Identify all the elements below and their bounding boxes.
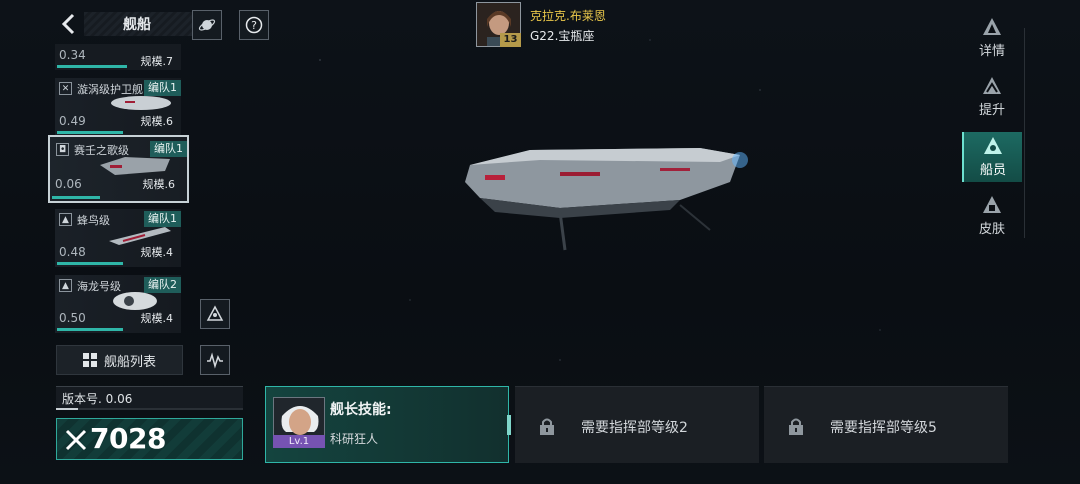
ship-scale: 规模.4: [140, 246, 174, 259]
combat-power-value: 7028: [90, 422, 166, 455]
chevron-left-icon: [61, 13, 75, 35]
commander-level-badge: 13: [500, 33, 521, 47]
lock-icon: [789, 418, 803, 435]
version-progress-fill: [56, 408, 78, 410]
help-button[interactable]: ?: [239, 10, 269, 40]
fleet-stats-button[interactable]: [200, 345, 230, 375]
ship-list-button[interactable]: 舰船列表: [56, 345, 183, 375]
captain-skill-panel[interactable]: Lv.1 舰长技能: 科研狂人: [265, 386, 511, 463]
tab-label: 提升: [978, 103, 1005, 118]
ship-value: 0.06: [55, 177, 82, 191]
upgrade-icon: [983, 77, 1001, 94]
nav-divider: [1024, 28, 1025, 238]
ship-card-selected[interactable]: ◘ 赛壬之歌级 编队1 0.06 规模.6: [48, 135, 189, 203]
locked-requirement: 需要指挥部等级5: [830, 420, 937, 436]
page-title: 舰船: [123, 17, 151, 33]
ship-value: 0.48: [59, 245, 86, 259]
panel-edge-marker: [507, 415, 511, 435]
tab-details[interactable]: 详情: [962, 13, 1022, 63]
ship-progress-bar: [57, 131, 123, 134]
grid-icon: [82, 353, 97, 367]
ship-scale: 规模.6: [140, 115, 174, 128]
svg-text:?: ?: [251, 19, 257, 32]
crossed-swords-icon: [65, 429, 87, 451]
ship-details-icon: [983, 18, 1001, 35]
ship-value: 0.49: [59, 114, 86, 128]
skin-icon: [983, 196, 1001, 213]
question-icon: ?: [245, 16, 263, 34]
captain-level-badge: Lv.1: [273, 435, 325, 448]
fleet-formation-button[interactable]: [200, 299, 230, 329]
fleet-icon: [206, 305, 224, 321]
combat-power-panel: 7028: [56, 418, 243, 460]
ship-progress-bar: [57, 262, 123, 265]
ship-progress-bar: [52, 196, 100, 199]
tab-label: 详情: [978, 44, 1005, 59]
tab-skin[interactable]: 皮肤: [962, 191, 1022, 241]
ship-value: 0.50: [59, 311, 86, 325]
tab-upgrade[interactable]: 提升: [962, 72, 1022, 122]
crew-icon: [984, 137, 1002, 154]
lock-icon: [540, 418, 554, 435]
waveform-icon: [207, 352, 223, 369]
commander-name: 克拉克.布莱恩: [530, 9, 606, 23]
ship-scale: 规模.7: [140, 55, 174, 68]
main-ship-image: [465, 148, 748, 251]
locked-skill-slot[interactable]: 需要指挥部等级2: [515, 386, 759, 463]
ship-scale: 规模.4: [140, 312, 174, 325]
locked-skill-slot[interactable]: 需要指挥部等级5: [764, 386, 1008, 463]
commander-system: G22.宝瓶座: [530, 29, 595, 43]
tab-label: 皮肤: [978, 222, 1005, 237]
planet-icon: [198, 19, 216, 31]
version-progress-track: [56, 408, 243, 410]
captain-skill-label: 舰长技能:: [330, 402, 392, 418]
class-icon: ▲: [59, 213, 72, 226]
captain-skill-name: 科研狂人: [330, 432, 379, 446]
ship-card[interactable]: ▲ 海龙号级 编队2 0.50 规模.4: [55, 275, 181, 333]
class-icon: ✕: [59, 82, 72, 95]
version-label: 版本号. 0.06: [62, 392, 133, 406]
class-icon: ▲: [59, 279, 72, 292]
tab-crew[interactable]: 船员: [962, 132, 1022, 182]
ship-progress-bar: [57, 65, 127, 68]
back-button[interactable]: [54, 10, 84, 38]
ship-card[interactable]: ✕ 漩涡级护卫舰 编队1 0.49 规模.6: [55, 78, 181, 136]
class-icon: ◘: [56, 143, 69, 156]
ship-progress-bar: [57, 328, 123, 331]
locked-requirement: 需要指挥部等级2: [581, 420, 688, 436]
ship-list-label: 舰船列表: [103, 354, 156, 370]
ship-value: 0.34: [59, 48, 86, 62]
version-panel: 版本号. 0.06: [56, 386, 243, 410]
ship-scale: 规模.6: [142, 178, 176, 191]
ship-card[interactable]: ▲ 蜂鸟级 编队1 0.48 规模.4: [55, 209, 181, 267]
tab-label: 船员: [979, 163, 1006, 178]
planet-button[interactable]: [192, 10, 222, 40]
ship-card-partial[interactable]: 0.34 规模.7: [55, 44, 181, 70]
